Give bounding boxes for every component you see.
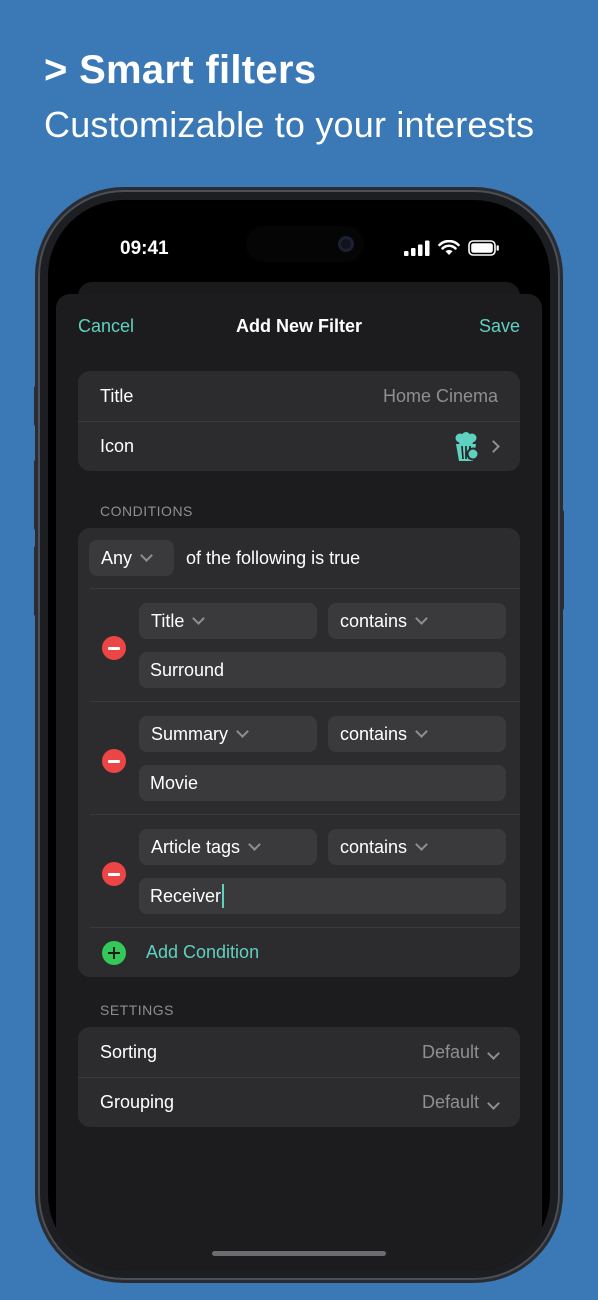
conditions-section-label: CONDITIONS xyxy=(100,503,193,519)
save-button[interactable]: Save xyxy=(479,316,520,337)
condition-row: Summary contains Movie xyxy=(90,701,520,814)
icon-row[interactable]: Icon xyxy=(78,421,520,471)
remove-condition-button[interactable] xyxy=(102,862,126,886)
match-row: Any of the following is true xyxy=(78,528,520,588)
phone-frame: 09:41 Cancel Add New Filter Save Title H… xyxy=(34,190,564,1280)
dynamic-island xyxy=(246,226,364,262)
chevron-down-icon xyxy=(192,612,206,625)
text-caret xyxy=(222,884,225,908)
icon-label: Icon xyxy=(100,436,135,456)
condition-field-select[interactable]: Summary xyxy=(139,716,317,752)
subline: Customizable to your interests xyxy=(44,104,535,145)
chevron-down-icon xyxy=(487,1097,500,1110)
volume-up-button xyxy=(34,460,38,530)
condition-row: Title contains Surround xyxy=(90,588,520,701)
title-label: Title xyxy=(100,385,134,406)
condition-value-input[interactable]: Receiver xyxy=(139,878,506,914)
add-filter-sheet: Cancel Add New Filter Save Title Home Ci… xyxy=(56,294,542,1270)
battery-icon xyxy=(468,240,499,256)
chevron-down-icon xyxy=(415,612,428,625)
wifi-icon xyxy=(438,240,460,255)
basic-group: Title Home Cinema Icon xyxy=(78,371,520,471)
sorting-row[interactable]: Sorting Default xyxy=(78,1027,520,1077)
condition-operator-select[interactable]: contains xyxy=(328,716,506,752)
cellular-signal-icon xyxy=(404,240,430,256)
add-condition-button[interactable]: Add Condition xyxy=(90,927,520,977)
condition-operator-select[interactable]: contains xyxy=(328,829,506,865)
condition-value-input[interactable]: Surround xyxy=(139,652,506,688)
condition-field-select[interactable]: Title xyxy=(139,603,317,639)
condition-value-input[interactable]: Movie xyxy=(139,765,506,801)
grouping-row[interactable]: Grouping Default xyxy=(78,1077,520,1127)
title-value[interactable]: Home Cinema xyxy=(383,386,498,407)
volume-down-button xyxy=(34,546,38,616)
chevron-down-icon xyxy=(415,725,428,738)
headline: > Smart filters xyxy=(44,48,317,92)
action-button xyxy=(34,386,38,426)
sorting-value[interactable]: Default xyxy=(422,1042,500,1063)
sorting-label: Sorting xyxy=(100,1041,158,1062)
conditions-group: Any of the following is true Title conta… xyxy=(78,528,520,977)
add-condition-label: Add Condition xyxy=(146,942,260,962)
phone-screen: 09:41 Cancel Add New Filter Save Title H… xyxy=(48,200,550,1270)
chevron-down-icon xyxy=(236,725,249,738)
chevron-down-icon xyxy=(487,1046,500,1060)
settings-group: Sorting Default Grouping Default xyxy=(78,1027,520,1127)
home-indicator[interactable] xyxy=(212,1251,386,1256)
remove-condition-button[interactable] xyxy=(102,749,126,773)
chevron-down-icon xyxy=(248,838,261,851)
nav-bar: Cancel Add New Filter Save xyxy=(56,294,542,354)
power-button xyxy=(560,510,564,610)
match-text: of the following is true xyxy=(186,548,361,568)
condition-row: Article tags contains Receiver xyxy=(90,814,520,927)
chevron-down-icon xyxy=(415,838,428,851)
camera-icon xyxy=(338,236,354,252)
grouping-label: Grouping xyxy=(100,1092,175,1112)
status-time: 09:41 xyxy=(120,238,169,259)
grouping-value[interactable]: Default xyxy=(422,1092,500,1113)
title-row[interactable]: Title Home Cinema xyxy=(78,371,520,421)
popcorn-icon xyxy=(455,431,479,461)
chevron-right-icon xyxy=(487,440,500,453)
condition-operator-select[interactable]: contains xyxy=(328,603,506,639)
settings-section-label: SETTINGS xyxy=(100,1002,175,1018)
plus-icon xyxy=(102,940,126,965)
remove-condition-button[interactable] xyxy=(102,636,126,660)
nav-title: Add New Filter xyxy=(235,316,362,336)
status-icons xyxy=(404,240,500,256)
condition-field-select[interactable]: Article tags xyxy=(139,829,317,865)
match-mode-select[interactable]: Any xyxy=(89,540,174,576)
chevron-down-icon xyxy=(140,549,153,562)
